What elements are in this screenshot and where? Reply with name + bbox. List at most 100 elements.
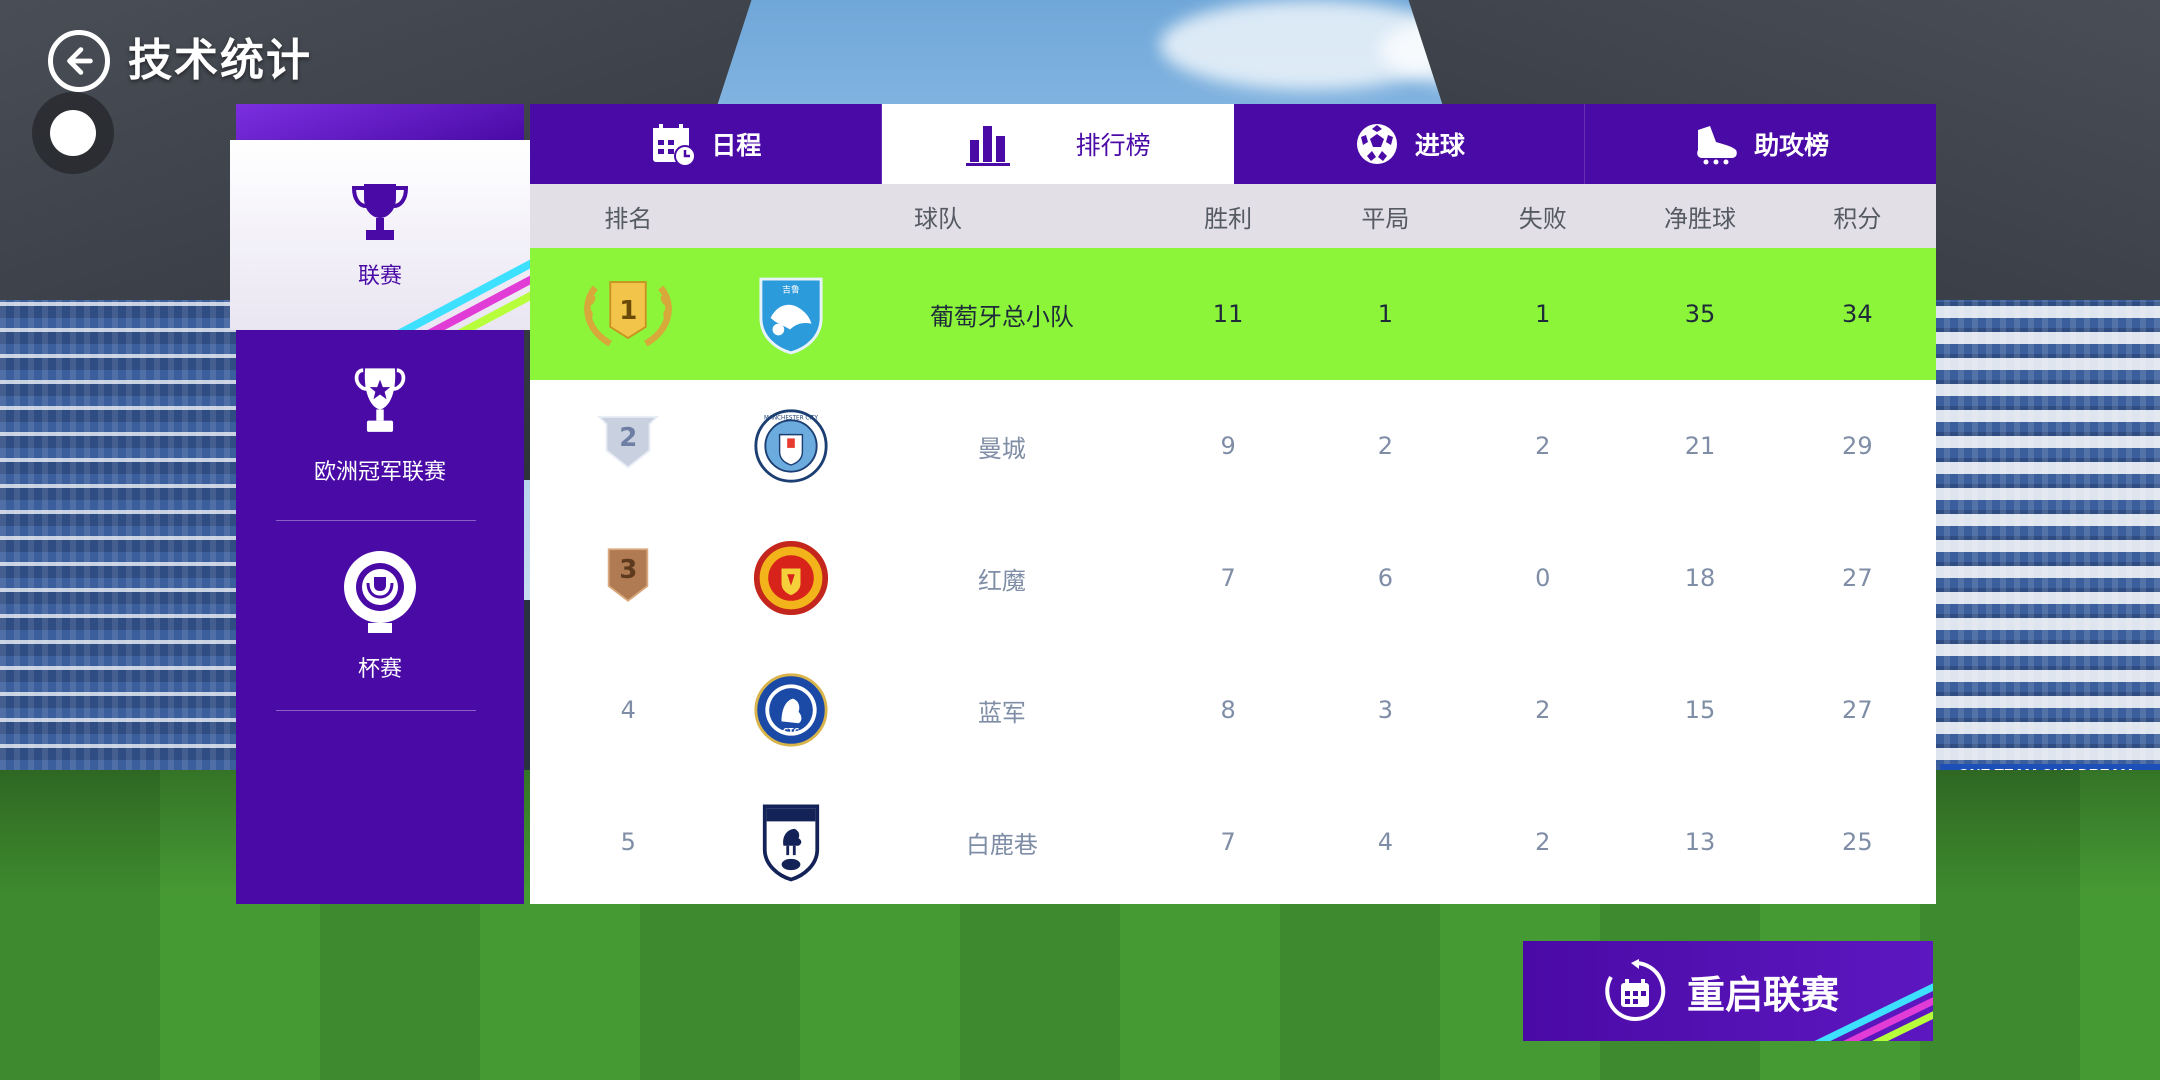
draws-value: 4 (1377, 828, 1394, 856)
sidebar-cap (236, 104, 524, 140)
team-name: 曼城 (977, 434, 1026, 463)
goal-difference-value: 13 (1684, 828, 1716, 856)
team-crest-icon: MANCHESTER CITY (753, 409, 828, 483)
divider (276, 710, 476, 711)
points-value: 27 (1842, 696, 1873, 724)
team-crest-icon: 吉鲁 (758, 277, 823, 355)
restart-label: 重启联赛 (1687, 972, 1840, 1017)
bronze-badge-icon: 3 (605, 545, 651, 605)
team-name: 红魔 (977, 566, 1026, 595)
goal-difference-value: 35 (1684, 300, 1716, 328)
rank-number: 4 (620, 696, 636, 724)
draws-value: 6 (1377, 564, 1394, 592)
sidebar-item-league[interactable]: 联赛 (230, 140, 530, 330)
losses-value: 2 (1535, 696, 1551, 724)
bar-chart-icon (965, 126, 1010, 166)
points-value: 27 (1842, 564, 1873, 592)
tab-label: 排行榜 (1075, 131, 1151, 160)
column-header-goal-difference: 净胜球 (1664, 204, 1737, 233)
column-header-rank: 排名 (604, 204, 653, 233)
column-header-wins: 胜利 (1204, 204, 1253, 233)
goal-difference-value: 21 (1684, 432, 1716, 460)
tab-label: 日程 (711, 131, 762, 160)
wins-value: 8 (1220, 696, 1236, 724)
champions-cup-icon (354, 368, 406, 432)
svg-text:CTC: CTC (782, 727, 799, 736)
column-header-team: 球队 (914, 204, 963, 233)
sidebar-item-label: 欧洲冠军联赛 (313, 460, 446, 485)
trophy-icon (351, 184, 409, 240)
table-row[interactable]: 1 吉鲁 葡萄牙总小队 11 1 1 35 34 (530, 248, 1936, 380)
stats-tabs: 日程 排行榜 进球 助攻榜 (530, 104, 1936, 184)
rank-number: 1 (619, 296, 638, 326)
sidebar-item-label: 杯赛 (357, 657, 402, 682)
standings-panel: 日程 排行榜 进球 助攻榜 排名 球队 胜利 平局 失败 净胜球 积分 1 吉鲁… (530, 104, 1936, 904)
losses-value: 2 (1535, 432, 1551, 460)
page-title: 技术统计 (128, 35, 312, 86)
team-name: 白鹿巷 (965, 830, 1038, 859)
rank-cell: 3 (530, 545, 727, 611)
wins-value: 7 (1220, 828, 1236, 856)
tab-goals[interactable]: 进球 (1233, 104, 1586, 184)
boot-icon (1697, 126, 1737, 165)
draws-value: 2 (1377, 432, 1394, 460)
team-logo: CTC (727, 672, 855, 748)
wins-value: 7 (1220, 564, 1236, 592)
points-value: 34 (1842, 300, 1873, 328)
team-crest-icon: CTC (753, 673, 828, 747)
column-header-losses: 失败 (1518, 204, 1567, 233)
draws-value: 1 (1377, 300, 1394, 328)
table-row[interactable]: 5 白鹿巷 7 4 2 13 25 (530, 776, 1936, 908)
restart-league-button[interactable]: 重启联赛 (1523, 941, 1933, 1041)
tab-label: 进球 (1414, 131, 1465, 160)
sidebar-item-champions-league[interactable]: 欧洲冠军联赛 (236, 330, 524, 520)
tab-schedule[interactable]: 日程 (530, 104, 882, 184)
wins-value: 9 (1220, 432, 1236, 460)
losses-value: 1 (1535, 300, 1551, 328)
team-crest-icon (762, 804, 819, 882)
goal-difference-value: 18 (1684, 564, 1716, 592)
competition-sidebar: 联赛 欧洲冠军联赛 杯赛 (230, 104, 530, 904)
football-icon (1356, 124, 1397, 164)
draws-value: 3 (1377, 696, 1394, 724)
team-logo: 吉鲁 (727, 273, 855, 355)
floating-dot-button[interactable] (32, 92, 114, 174)
column-header-points: 积分 (1833, 204, 1882, 233)
calendar-clock-icon (653, 124, 697, 167)
table-row[interactable]: 3 红魔 7 6 0 18 27 (530, 512, 1936, 644)
back-button[interactable] (48, 30, 110, 92)
points-value: 29 (1842, 432, 1873, 460)
team-crest-icon (753, 540, 828, 616)
table-row[interactable]: 2 MANCHESTER CITY 曼城 9 2 2 21 29 (530, 380, 1936, 512)
team-name: 蓝军 (977, 698, 1026, 727)
calendar-restart-icon (1605, 959, 1666, 1021)
silver-badge-icon: 2 (595, 413, 661, 473)
tab-label: 助攻榜 (1754, 131, 1830, 160)
team-name: 葡萄牙总小队 (929, 302, 1074, 331)
dot-icon (50, 110, 96, 156)
cup-wreath-icon (344, 551, 416, 633)
goal-difference-value: 15 (1684, 696, 1716, 724)
table-header: 排名 球队 胜利 平局 失败 净胜球 积分 (530, 184, 1936, 248)
team-logo (727, 802, 855, 882)
tab-assists[interactable]: 助攻榜 (1585, 104, 1936, 184)
sidebar-item-cup[interactable]: 杯赛 (236, 520, 524, 710)
arrow-left-icon (67, 47, 93, 75)
table-row[interactable]: 4 CTC 蓝军 8 3 2 15 27 (530, 644, 1936, 776)
column-header-draws: 平局 (1361, 204, 1410, 233)
rank-cell: 1 (530, 269, 727, 359)
tab-standings[interactable]: 排行榜 (881, 104, 1234, 184)
gold-wreath-badge-icon: 1 (576, 269, 680, 353)
rank-number: 3 (619, 555, 638, 585)
svg-text:MANCHESTER CITY: MANCHESTER CITY (764, 415, 818, 421)
team-logo: MANCHESTER CITY (727, 408, 855, 484)
losses-value: 0 (1535, 564, 1551, 592)
team-logo (727, 540, 855, 616)
rank-number: 5 (620, 828, 636, 856)
sidebar-item-label: 联赛 (357, 264, 402, 289)
points-value: 25 (1842, 828, 1873, 856)
losses-value: 2 (1535, 828, 1551, 856)
rank-number: 2 (619, 423, 638, 453)
wins-value: 11 (1212, 300, 1244, 328)
svg-text:吉鲁: 吉鲁 (782, 284, 800, 296)
